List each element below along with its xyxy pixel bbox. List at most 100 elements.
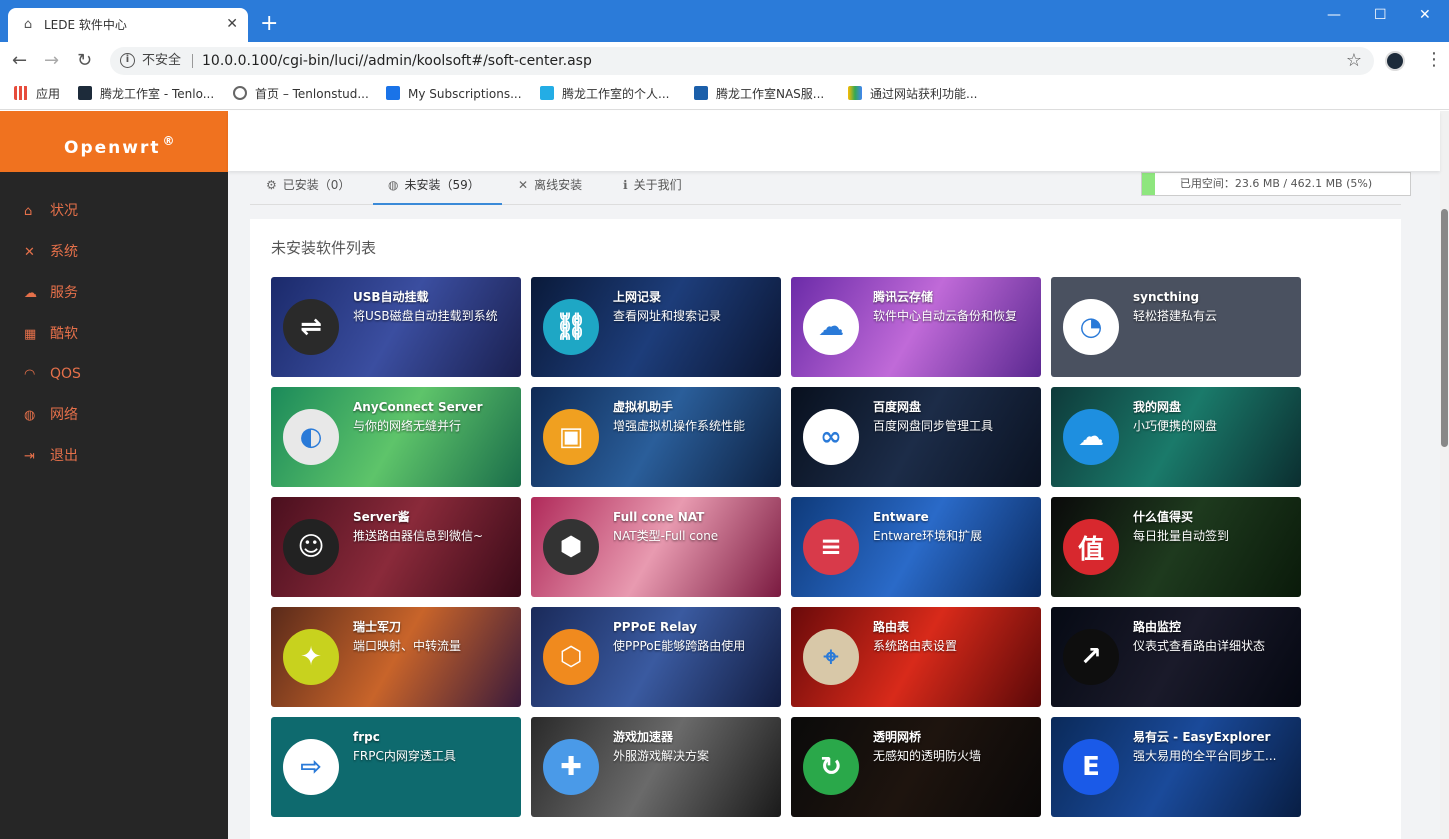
app-card[interactable]: 值什么值得买 每日批量自动签到 — [1051, 497, 1301, 597]
bookmarks-bar: 应用 腾龙工作室 - Tenlo... 首页 – Tenlonstud... M… — [0, 80, 1449, 110]
app-card[interactable]: ✦ 瑞士军刀 端口映射、中转流量 — [271, 607, 521, 707]
scrollbar-thumb[interactable] — [1441, 209, 1448, 447]
sidebar-item-koolsoft[interactable]: ▦ 酷软 — [24, 324, 78, 344]
sidebar-item-services[interactable]: ☁ 服务 — [24, 283, 78, 303]
app-description: FRPC内网穿透工具 — [353, 749, 456, 763]
app-card[interactable]: ✚ 游戏加速器 外服游戏解决方案 — [531, 717, 781, 817]
app-card[interactable]: ⬡ PPPoE Relay 使PPPoE能够跨路由使用 — [531, 607, 781, 707]
sidebar-item-status[interactable]: ⌂ 状况 — [24, 201, 78, 221]
bookmark-star-icon[interactable]: ☆ — [1346, 51, 1362, 71]
sidebar-item-system[interactable]: ✕ 系统 — [24, 242, 78, 262]
forward-button[interactable]: → — [44, 51, 59, 71]
bookmark-item[interactable]: 腾龙工作室 - Tenlo... — [78, 86, 214, 102]
app-title: 腾讯云存储 — [873, 290, 934, 304]
browser-menu-icon[interactable]: ⋮ — [1425, 50, 1443, 70]
app-description: 轻松搭建私有云 — [1133, 309, 1218, 323]
app-card[interactable]: ⛓ 上网记录 查看网址和搜索记录 — [531, 277, 781, 377]
address-bar-row: ← → ↻ i 不安全 10.0.0.100/cgi-bin/luci//adm… — [0, 42, 1449, 80]
browser-tab[interactable]: ⌂ LEDE 软件中心 ✕ — [8, 8, 248, 42]
brand-header[interactable]: Openwrt ® — [0, 111, 228, 172]
back-button[interactable]: ← — [12, 51, 27, 71]
app-card[interactable]: ∞ 百度网盘 百度网盘同步管理工具 — [791, 387, 1041, 487]
app-title: 透明网桥 — [873, 730, 922, 744]
app-description: 无感知的透明防火墙 — [873, 749, 982, 763]
insecure-label[interactable]: 不安全 — [142, 53, 181, 69]
close-tab-icon[interactable]: ✕ — [226, 16, 238, 32]
app-title: USB自动挂载 — [353, 290, 429, 304]
sidebar-item-network[interactable]: ◍ 网络 — [24, 405, 78, 425]
globe-icon — [233, 86, 247, 100]
bookmark-item[interactable]: 腾龙工作室的个人... — [540, 86, 669, 102]
cloud-icon: ☁ — [24, 286, 37, 301]
tab-offline-install[interactable]: ✕ 离线安装 — [518, 171, 582, 205]
app-card[interactable]: ⇨ frpc FRPC内网穿透工具 — [271, 717, 521, 817]
app-card[interactable]: ↻ 透明网桥 无感知的透明防火墙 — [791, 717, 1041, 817]
app-card[interactable]: ☺ Server酱 推送路由器信息到微信~ — [271, 497, 521, 597]
app-description: 将USB磁盘自动挂载到系统 — [353, 309, 498, 323]
app-card[interactable]: ⌖ 路由表 系统路由表设置 — [791, 607, 1041, 707]
adsense-icon — [848, 86, 862, 100]
app-card[interactable]: E 易有云 - EasyExplorer 强大易用的全平台同步工... — [1051, 717, 1301, 817]
app-description: 软件中心自动云备份和恢复 — [873, 309, 1018, 323]
app-icon: 值 — [1063, 519, 1119, 575]
app-icon: ✦ — [283, 629, 339, 685]
app-icon: ⬡ — [543, 629, 599, 685]
app-title: 什么值得买 — [1133, 510, 1194, 524]
bookmark-apps[interactable]: 应用 — [14, 86, 60, 102]
app-icon: ≡ — [803, 519, 859, 575]
app-icon: ⇨ — [283, 739, 339, 795]
app-icon: ⇌ — [283, 299, 339, 355]
app-description: 系统路由表设置 — [873, 639, 958, 653]
close-window-button[interactable]: ✕ — [1419, 6, 1431, 24]
tab-not-installed[interactable]: ◍ 未安装（59） — [373, 171, 502, 205]
bookmark-item[interactable]: My Subscriptions... — [386, 86, 522, 102]
profile-avatar[interactable] — [1385, 51, 1405, 71]
sidebar: Openwrt ® ⌂ 状况 ✕ 系统 ☁ 服务 ▦ 酷软 ◠ QOS ◍ 网络 ⇥ 退出 — [0, 111, 228, 839]
brand-logo: Openwrt ® — [64, 134, 177, 158]
app-icon: ◔ — [1063, 299, 1119, 355]
app-title: Full cone NAT — [613, 510, 705, 524]
app-icon: ▣ — [543, 409, 599, 465]
reload-button[interactable]: ↻ — [77, 51, 92, 71]
new-tab-button[interactable]: + — [260, 13, 278, 35]
app-card[interactable]: ≡ Entware Entware环境和扩展 — [791, 497, 1041, 597]
app-title: 游戏加速器 — [613, 730, 674, 744]
app-icon: ☺ — [283, 519, 339, 575]
app-card[interactable]: ◔ syncthing 轻松搭建私有云 — [1051, 277, 1301, 377]
info-icon[interactable]: i — [120, 53, 135, 68]
browser-tab-bar: ⌂ LEDE 软件中心 ✕ + — ☐ ✕ — [0, 0, 1449, 42]
app-card[interactable]: ◐ AnyConnect Server 与你的网络无缝并行 — [271, 387, 521, 487]
app-title: 虚拟机助手 — [613, 400, 674, 414]
omnibox[interactable]: i 不安全 10.0.0.100/cgi-bin/luci//admin/koo… — [110, 47, 1374, 75]
sidebar-item-qos[interactable]: ◠ QOS — [24, 364, 81, 384]
logout-icon: ⇥ — [24, 449, 35, 464]
url-text[interactable]: 10.0.0.100/cgi-bin/luci//admin/koolsoft#… — [202, 52, 592, 70]
tab-about[interactable]: ℹ 关于我们 — [623, 171, 682, 205]
bookmark-item[interactable]: 首页 – Tenlonstud... — [233, 86, 369, 102]
app-title: 路由表 — [873, 620, 910, 634]
storage-usage-bar: 已用空间：23.6 MB / 462.1 MB (5%) — [1141, 172, 1411, 196]
app-title: frpc — [353, 730, 380, 744]
page-scrollbar[interactable] — [1440, 111, 1449, 839]
tab-installed[interactable]: ⚙ 已安装（0） — [266, 171, 350, 205]
minimize-button[interactable]: — — [1327, 6, 1341, 24]
app-title: Server酱 — [353, 510, 410, 524]
tools-icon: ✕ — [24, 245, 35, 260]
app-description: 百度网盘同步管理工具 — [873, 419, 994, 433]
app-card[interactable]: ☁ 腾讯云存储 软件中心自动云备份和恢复 — [791, 277, 1041, 377]
app-description: 查看网址和搜索记录 — [613, 309, 722, 323]
app-card[interactable]: ▣ 虚拟机助手 增强虚拟机操作系统性能 — [531, 387, 781, 487]
router-icon: ⌂ — [23, 17, 33, 32]
maximize-button[interactable]: ☐ — [1374, 6, 1387, 24]
panel-title: 未安装软件列表 — [271, 239, 377, 257]
sidebar-item-logout[interactable]: ⇥ 退出 — [24, 446, 78, 466]
bookmark-item[interactable]: 通过网站获利功能... — [848, 86, 977, 102]
app-card[interactable]: ☁ 我的网盘 小巧便携的网盘 — [1051, 387, 1301, 487]
app-card[interactable]: ↗ 路由监控 仪表式查看路由详细状态 — [1051, 607, 1301, 707]
bookmark-item[interactable]: 腾龙工作室NAS服... — [694, 86, 824, 102]
app-icon: ⛓ — [543, 299, 599, 355]
app-card[interactable]: ⬢ Full cone NAT NAT类型-Full cone — [531, 497, 781, 597]
app-card[interactable]: ⇌ USB自动挂载将USB磁盘自动挂载到系统 — [271, 277, 521, 377]
app-icon: ↗ — [1063, 629, 1119, 685]
app-title: Entware — [873, 510, 929, 524]
